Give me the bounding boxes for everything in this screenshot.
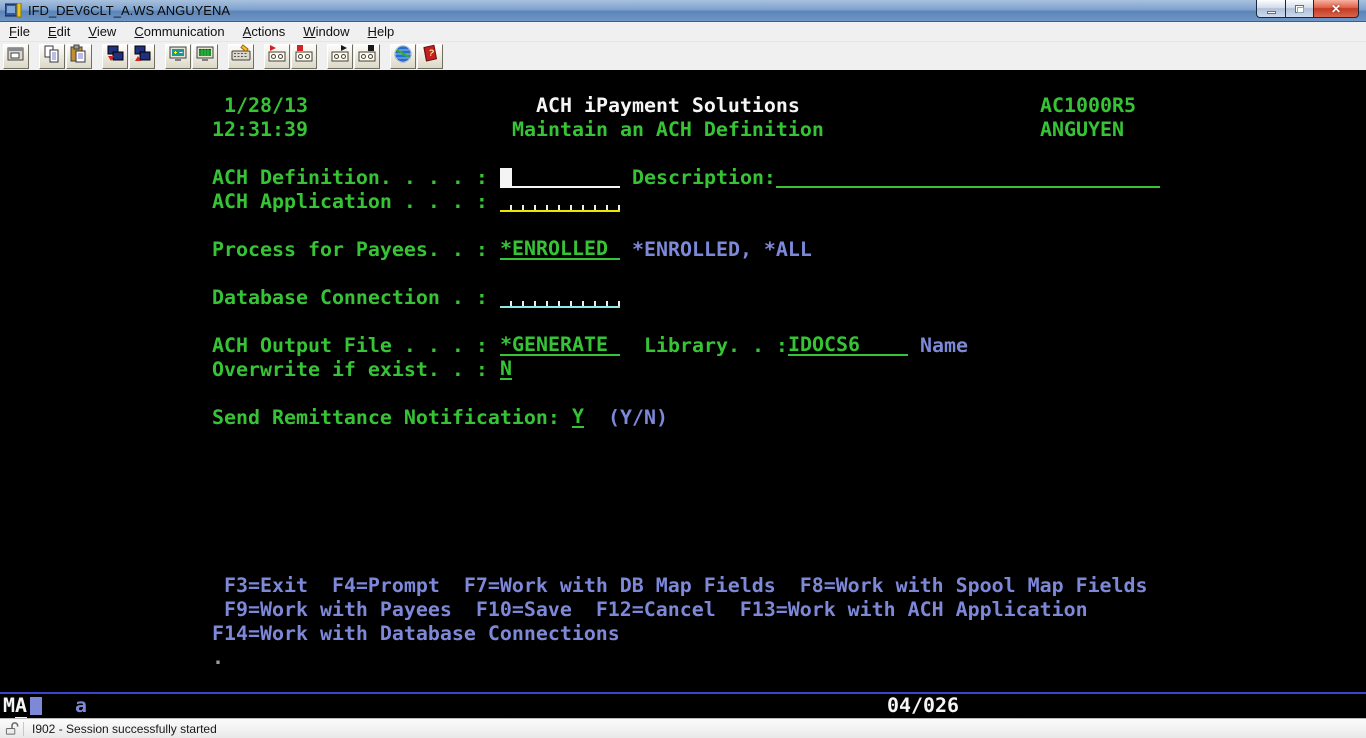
label-library: Library. . :: [644, 334, 788, 358]
statusbar-divider: [23, 722, 24, 736]
label-description: Description:: [632, 166, 776, 190]
menu-bar: FileEditViewCommunicationActionsWindowHe…: [0, 22, 1366, 42]
toolbar-group: [228, 44, 255, 69]
receive-file-icon: [132, 44, 152, 69]
statusbar-message: I902 - Session successfully started: [32, 722, 217, 736]
menu-item-communication[interactable]: Communication: [125, 23, 233, 41]
paste-icon: [69, 44, 89, 69]
label-overwrite: Overwrite if exist. . :: [212, 358, 488, 382]
keyboard-setup-button[interactable]: [228, 44, 254, 69]
toolbar-group: [3, 44, 30, 69]
screen-title: ACH iPayment Solutions: [536, 94, 800, 118]
overwrite-field-value: N: [500, 358, 512, 380]
copy-icon: [42, 44, 62, 69]
help-book-icon: ?: [420, 44, 440, 69]
hint-process-values: *ENROLLED, *ALL: [632, 238, 812, 262]
label-database-connection: Database Connection . :: [212, 286, 488, 310]
record-macro-button[interactable]: [264, 44, 290, 69]
send-file-button[interactable]: [102, 44, 128, 69]
menu-item-file[interactable]: File: [0, 23, 39, 41]
paste-button[interactable]: [66, 44, 92, 69]
menu-item-edit[interactable]: Edit: [39, 23, 79, 41]
oia-system-indicator: MA: [3, 694, 27, 718]
date: 1/28/13: [224, 94, 308, 118]
play-macro-button[interactable]: [327, 44, 353, 69]
description-field[interactable]: [776, 166, 1160, 188]
label-send-remittance: Send Remittance Notification:: [212, 406, 560, 430]
maximize-button[interactable]: [1285, 0, 1314, 18]
label-ach-definition: ACH Definition. . . . :: [212, 166, 488, 190]
ach-output-file-field[interactable]: *GENERATE: [500, 334, 620, 356]
web-browser-button[interactable]: [390, 44, 416, 69]
toolbar-group: [102, 44, 156, 69]
fkeys-line3: F14=Work with Database Connections: [212, 622, 620, 646]
oia-input-block: [30, 697, 42, 715]
status-bar: I902 - Session successfully started: [0, 718, 1366, 738]
process-for-payees-field[interactable]: *ENROLLED: [500, 238, 620, 260]
label-process-for-payees: Process for Payees. . :: [212, 238, 488, 262]
jump-to-session-icon: [6, 44, 26, 69]
color-setup-icon: [195, 44, 215, 69]
oia-status-row: MA a 04/026: [0, 694, 1366, 718]
menu-item-actions[interactable]: Actions: [234, 23, 295, 41]
quit-macro-button[interactable]: [354, 44, 380, 69]
help-book-button[interactable]: ?: [417, 44, 443, 69]
terminal-screen[interactable]: MA a 04/026 1/28/13 ACH iPayment Solution…: [0, 70, 1366, 718]
overwrite-field[interactable]: N: [500, 358, 512, 380]
label-ach-output-file: ACH Output File . . . :: [212, 334, 488, 358]
ach-definition-field[interactable]: [500, 166, 620, 188]
toolbar-group: [39, 44, 93, 69]
toolbar-group: [264, 44, 318, 69]
fkeys-line1: F3=Exit F4=Prompt F7=Work with DB Map Fi…: [224, 574, 1148, 598]
process-for-payees-field-value: *ENROLLED: [500, 238, 608, 260]
toolbar-group: [165, 44, 219, 69]
hint-name: Name: [920, 334, 968, 358]
library-field[interactable]: IDOCS6: [788, 334, 908, 356]
database-connection-field[interactable]: [500, 286, 620, 308]
stop-macro-icon: [294, 44, 314, 69]
fkeys-line2: F9=Work with Payees F10=Save F12=Cancel …: [224, 598, 1088, 622]
jump-to-session-button[interactable]: [3, 44, 29, 69]
unlocked-padlock-icon: [4, 721, 20, 736]
copy-button[interactable]: [39, 44, 65, 69]
terminal-cursor: [500, 168, 512, 186]
remittance-field[interactable]: Y: [572, 406, 584, 428]
artifact-dot: .: [212, 646, 224, 670]
ach-output-file-field-value: *GENERATE: [500, 334, 608, 356]
library-field-value: IDOCS6: [788, 334, 860, 356]
oia-cursor-position: 04/026: [887, 694, 959, 718]
menu-item-help[interactable]: Help: [359, 23, 404, 41]
program-id: AC1000R5: [1040, 94, 1136, 118]
toolbar: ?: [0, 42, 1366, 70]
app-icon: [5, 3, 22, 18]
record-macro-icon: [267, 44, 287, 69]
application-window: IFD_DEV6CLT_A.WS ANGUYENA ✕ FileEditView…: [0, 0, 1366, 738]
close-button[interactable]: ✕: [1314, 0, 1359, 18]
stop-macro-button[interactable]: [291, 44, 317, 69]
play-macro-icon: [330, 44, 350, 69]
minimize-button[interactable]: [1256, 0, 1285, 18]
title-bar[interactable]: IFD_DEV6CLT_A.WS ANGUYENA ✕: [0, 0, 1366, 22]
toolbar-group: [327, 44, 381, 69]
window-title: IFD_DEV6CLT_A.WS ANGUYENA: [28, 3, 230, 18]
screen-subtitle: Maintain an ACH Definition: [512, 118, 824, 142]
ach-application-field[interactable]: [500, 190, 620, 212]
remittance-field-value: Y: [572, 406, 584, 428]
send-file-icon: [105, 44, 125, 69]
receive-file-button[interactable]: [129, 44, 155, 69]
display-setup-icon: [168, 44, 188, 69]
keyboard-setup-icon: [231, 44, 251, 69]
hint-yn: (Y/N): [608, 406, 668, 430]
web-browser-icon: [393, 44, 413, 69]
color-setup-button[interactable]: [192, 44, 218, 69]
quit-macro-icon: [357, 44, 377, 69]
label-ach-application: ACH Application . . . :: [212, 190, 488, 214]
menu-item-window[interactable]: Window: [294, 23, 358, 41]
display-setup-button[interactable]: [165, 44, 191, 69]
toolbar-group: ?: [390, 44, 444, 69]
menu-item-view[interactable]: View: [79, 23, 125, 41]
time: 12:31:39: [212, 118, 308, 142]
oia-shift-indicator: a: [75, 694, 87, 718]
user-id: ANGUYEN: [1040, 118, 1124, 142]
